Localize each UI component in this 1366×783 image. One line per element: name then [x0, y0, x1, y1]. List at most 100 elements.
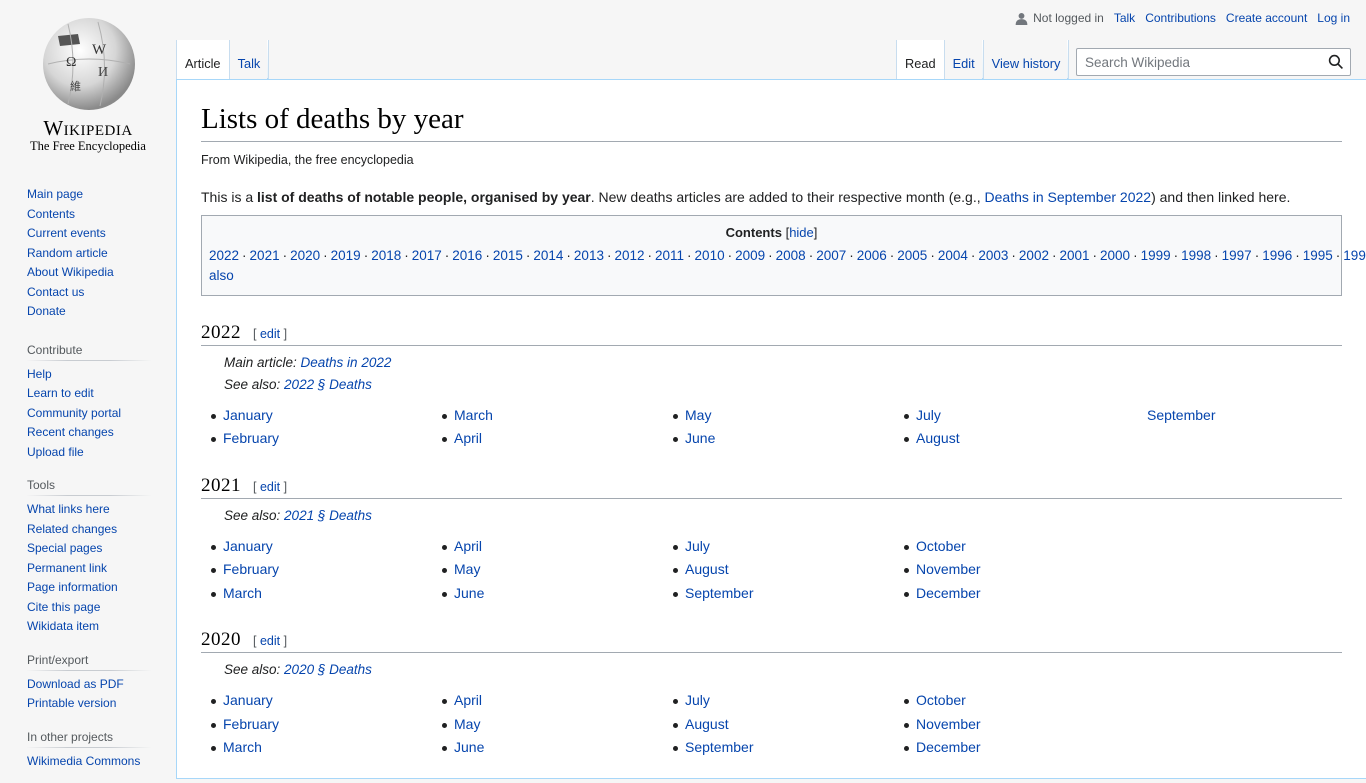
sidebar-item-wikimedia-commons[interactable]: Wikimedia Commons [27, 754, 140, 768]
toc-hide-toggle[interactable]: hide [789, 225, 814, 240]
month-link[interactable]: July [685, 692, 710, 708]
toc-item[interactable]: 2015 [493, 248, 523, 263]
month-link[interactable]: March [223, 585, 262, 601]
month-link[interactable]: June [454, 585, 484, 601]
month-link[interactable]: September [685, 739, 753, 755]
wikipedia-logo[interactable]: Ω W И 維 Wikipedia The Free Encyclopedia [0, 0, 176, 160]
month-link[interactable]: December [916, 739, 981, 755]
month-link[interactable]: February [223, 430, 279, 446]
month-link[interactable]: July [685, 538, 710, 554]
sidebar-item-download-pdf[interactable]: Download as PDF [27, 677, 124, 691]
toc-item[interactable]: 2005 [897, 248, 927, 263]
toc-item[interactable]: 2001 [1059, 248, 1089, 263]
toc-item[interactable]: 2002 [1019, 248, 1049, 263]
deaths-september-2022-link[interactable]: Deaths in September 2022 [985, 189, 1152, 205]
month-link[interactable]: November [916, 561, 981, 577]
log-in-link[interactable]: Log in [1317, 11, 1350, 25]
month-link[interactable]: September [685, 585, 753, 601]
month-link[interactable]: March [454, 407, 493, 423]
toc-item[interactable]: 2007 [816, 248, 846, 263]
month-link[interactable]: January [223, 692, 273, 708]
toc-item[interactable]: 1998 [1181, 248, 1211, 263]
search-input[interactable] [1083, 53, 1328, 71]
sidebar-item-contents[interactable]: Contents [27, 207, 75, 221]
edit-section-link[interactable]: edit [260, 480, 280, 494]
sidebar-item-random-article[interactable]: Random article [27, 246, 108, 260]
toc-item[interactable]: 2019 [331, 248, 361, 263]
month-link[interactable]: November [916, 716, 981, 732]
month-link[interactable]: September [1147, 407, 1215, 423]
tab-article[interactable]: Article [176, 40, 230, 80]
tab-edit[interactable]: Edit [944, 40, 984, 80]
search-icon[interactable] [1328, 54, 1344, 70]
sidebar-item-learn-to-edit[interactable]: Learn to edit [27, 386, 94, 400]
sidebar-item-special-pages[interactable]: Special pages [27, 541, 102, 555]
toc-item[interactable]: 2004 [938, 248, 968, 263]
toc-item[interactable]: 2021 [250, 248, 280, 263]
month-link[interactable]: December [916, 585, 981, 601]
month-link[interactable]: February [223, 716, 279, 732]
month-link[interactable]: October [916, 538, 966, 554]
month-link[interactable]: August [685, 561, 729, 577]
month-link[interactable]: May [454, 561, 480, 577]
see-also-link[interactable]: 2020 § Deaths [284, 662, 372, 677]
sidebar-item-upload-file[interactable]: Upload file [27, 445, 84, 459]
toc-item[interactable]: 2010 [695, 248, 725, 263]
month-link[interactable]: April [454, 692, 482, 708]
toc-item[interactable]: 2018 [371, 248, 401, 263]
sidebar-item-related-changes[interactable]: Related changes [27, 522, 117, 536]
toc-item[interactable]: 1994 [1343, 248, 1366, 263]
month-link[interactable]: May [685, 407, 711, 423]
sidebar-item-main-page[interactable]: Main page [27, 187, 83, 201]
create-account-link[interactable]: Create account [1226, 11, 1307, 25]
month-link[interactable]: October [916, 692, 966, 708]
contributions-link[interactable]: Contributions [1145, 11, 1216, 25]
sidebar-item-recent-changes[interactable]: Recent changes [27, 425, 114, 439]
tab-read[interactable]: Read [896, 40, 945, 80]
month-link[interactable]: June [454, 739, 484, 755]
month-link[interactable]: June [685, 430, 715, 446]
sidebar-item-help[interactable]: Help [27, 367, 52, 381]
toc-item[interactable]: 2003 [978, 248, 1008, 263]
toc-item[interactable]: 2009 [735, 248, 765, 263]
edit-section-link[interactable]: edit [260, 327, 280, 341]
month-link[interactable]: August [685, 716, 729, 732]
user-talk-link[interactable]: Talk [1114, 11, 1135, 25]
month-link[interactable]: April [454, 430, 482, 446]
toc-item[interactable]: 2012 [614, 248, 644, 263]
month-link[interactable]: May [454, 716, 480, 732]
toc-item[interactable]: 2014 [533, 248, 563, 263]
toc-item[interactable]: 2017 [412, 248, 442, 263]
sidebar-item-current-events[interactable]: Current events [27, 226, 106, 240]
tab-talk[interactable]: Talk [229, 40, 270, 80]
sidebar-item-permanent-link[interactable]: Permanent link [27, 561, 107, 575]
see-also-link[interactable]: 2021 § Deaths [284, 508, 372, 523]
sidebar-item-what-links-here[interactable]: What links here [27, 502, 110, 516]
sidebar-item-donate[interactable]: Donate [27, 304, 66, 318]
toc-item[interactable]: 2022 [209, 248, 239, 263]
main-article-link[interactable]: Deaths in 2022 [301, 355, 392, 370]
sidebar-item-contact-us[interactable]: Contact us [27, 285, 84, 299]
toc-item[interactable]: 1996 [1262, 248, 1292, 263]
tab-view-history[interactable]: View history [983, 40, 1070, 80]
toc-item[interactable]: 1997 [1222, 248, 1252, 263]
toc-item[interactable]: 2020 [290, 248, 320, 263]
sidebar-item-about-wikipedia[interactable]: About Wikipedia [27, 265, 114, 279]
toc-item[interactable]: 2011 [655, 248, 684, 263]
month-link[interactable]: April [454, 538, 482, 554]
month-link[interactable]: August [916, 430, 960, 446]
toc-item[interactable]: 1995 [1303, 248, 1333, 263]
sidebar-item-community-portal[interactable]: Community portal [27, 406, 121, 420]
toc-item[interactable]: 2013 [574, 248, 604, 263]
see-also-link[interactable]: 2022 § Deaths [284, 377, 372, 392]
toc-item[interactable]: 1999 [1141, 248, 1171, 263]
sidebar-item-cite-this-page[interactable]: Cite this page [27, 600, 100, 614]
toc-item[interactable]: 2016 [452, 248, 482, 263]
edit-section-link[interactable]: edit [260, 634, 280, 648]
month-link[interactable]: July [916, 407, 941, 423]
month-link[interactable]: January [223, 407, 273, 423]
month-link[interactable]: March [223, 739, 262, 755]
sidebar-item-printable-version[interactable]: Printable version [27, 696, 116, 710]
month-link[interactable]: January [223, 538, 273, 554]
toc-item[interactable]: 2008 [776, 248, 806, 263]
